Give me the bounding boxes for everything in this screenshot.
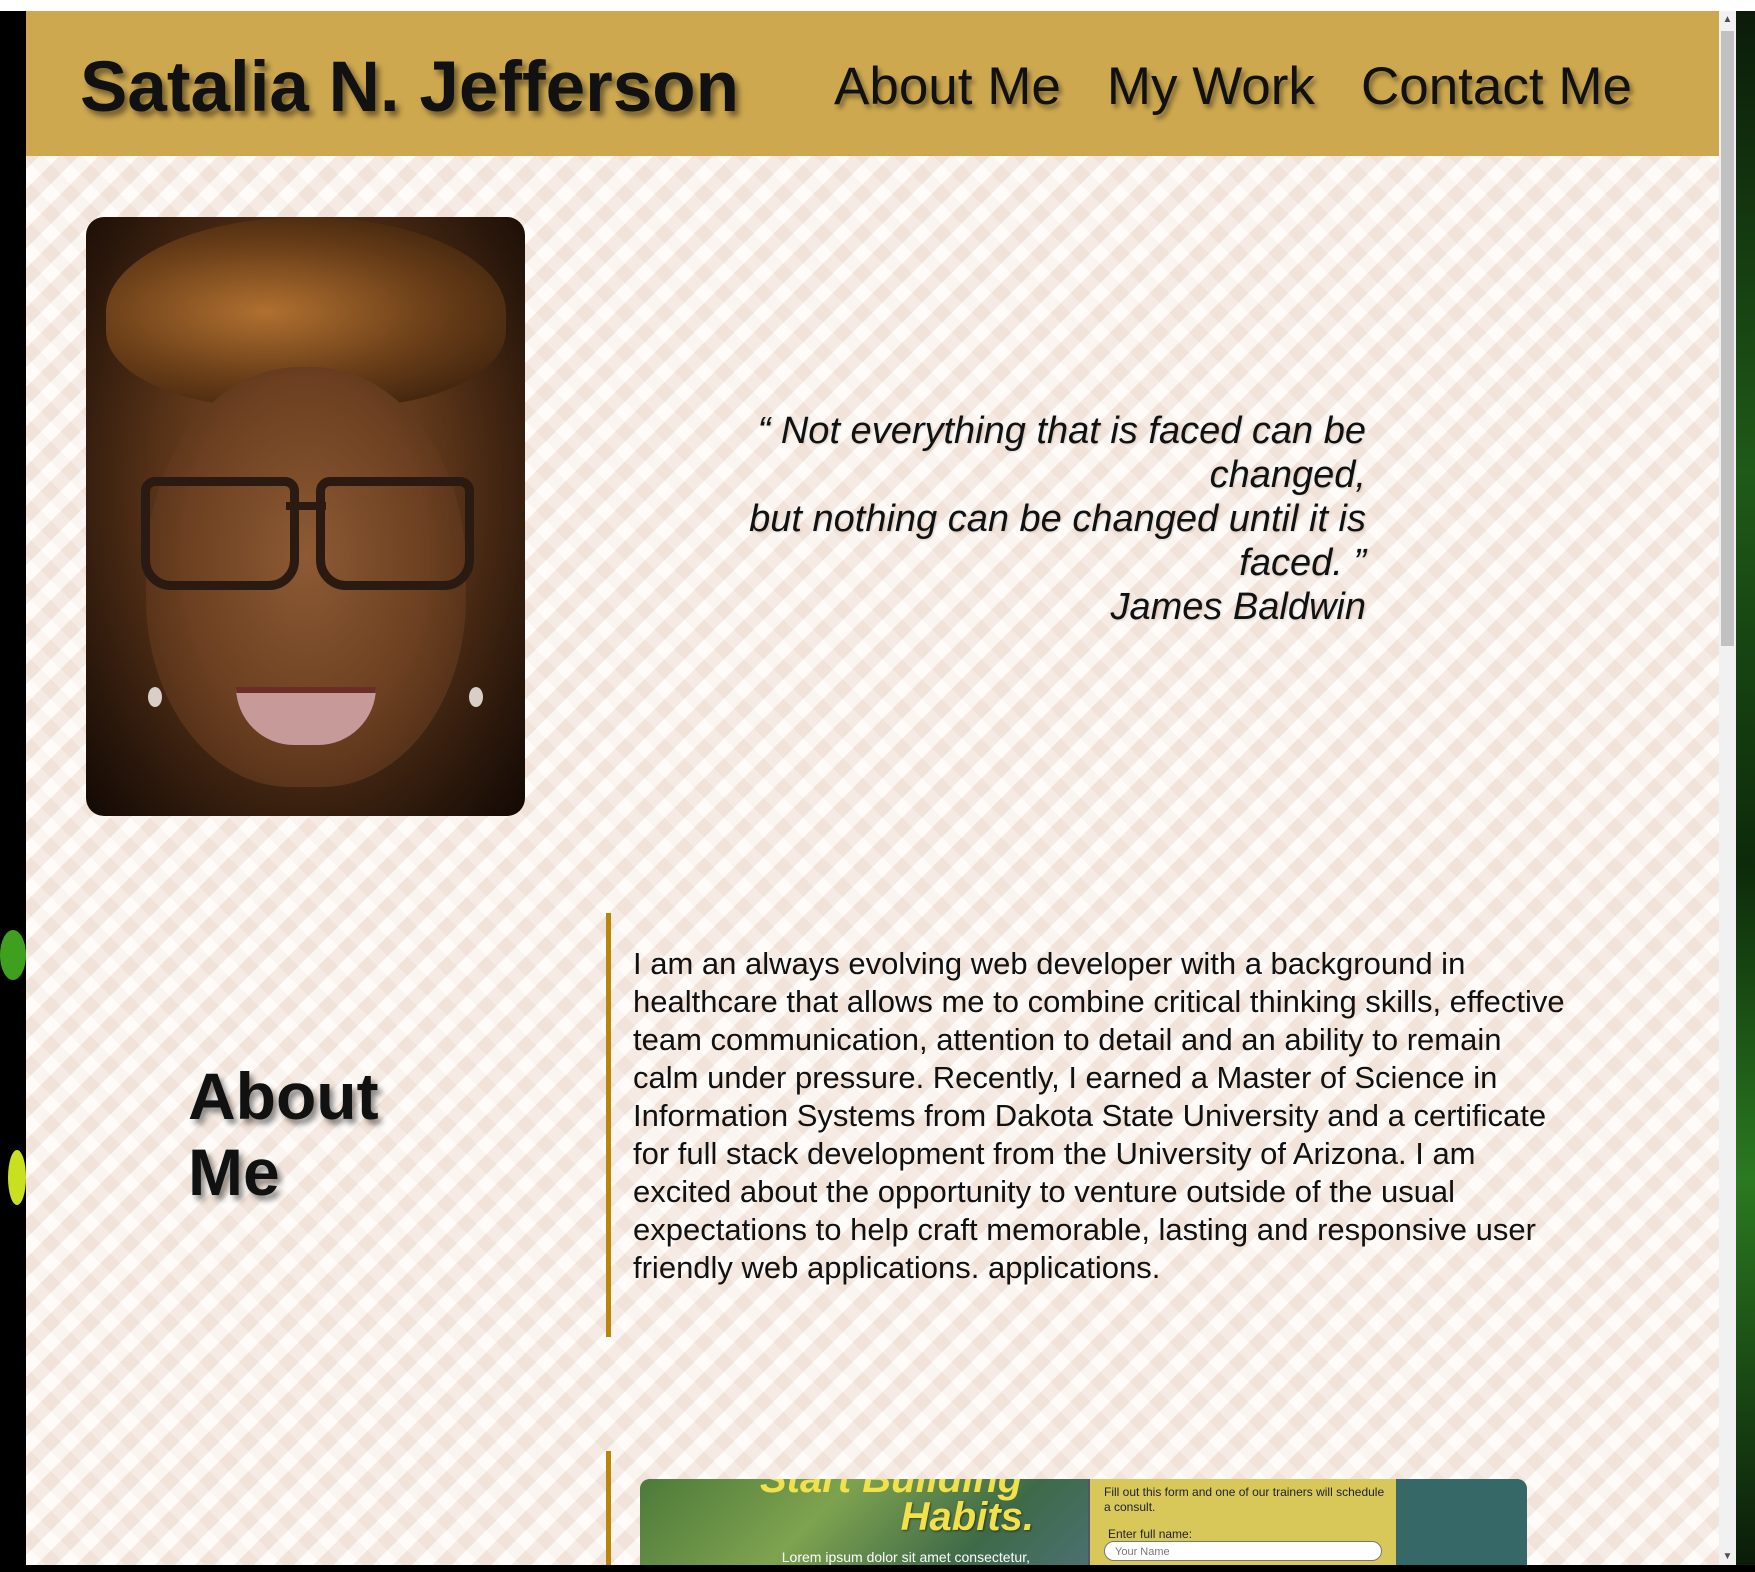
quote-line-2: but nothing can be changed until it is f… [749, 498, 1366, 584]
project-heading: Habits. [900, 1495, 1034, 1539]
project-form-input: Your Name [1104, 1541, 1382, 1561]
bottom-edge [0, 1565, 1755, 1572]
project-form-label: Enter full name: [1108, 1527, 1193, 1541]
desktop-wallpaper-blob [0, 930, 26, 980]
scrollbar-thumb[interactable] [1721, 31, 1734, 646]
scroll-up-arrow-icon[interactable]: ▲ [1719, 11, 1736, 28]
desktop-wallpaper-blob [8, 1150, 26, 1205]
nav-link-contact-me[interactable]: Contact Me [1361, 56, 1632, 117]
project-form: Fill out this form and one of our traine… [1088, 1479, 1398, 1565]
nav-link-about-me[interactable]: About Me [834, 56, 1061, 117]
site-title[interactable]: Satalia N. Jefferson [80, 47, 739, 128]
browser-top-edge [0, 0, 1755, 11]
project-hero-image: Start Building Habits. Lorem ipsum dolor… [640, 1479, 1088, 1565]
about-section: I am an always evolving web developer wi… [606, 913, 1566, 1337]
scroll-down-arrow-icon[interactable]: ▼ [1719, 1548, 1736, 1565]
quote-line-1: “ Not everything that is faced can be ch… [757, 410, 1366, 496]
about-body: I am an always evolving web developer wi… [633, 946, 1565, 1285]
browser-viewport: Satalia N. Jefferson About Me My Work Co… [26, 11, 1719, 1565]
project-form-note: Fill out this form and one of our traine… [1104, 1485, 1385, 1514]
hero-quote: “ Not everything that is faced can be ch… [666, 409, 1366, 629]
profile-photo [86, 217, 525, 816]
work-section-border [606, 1451, 611, 1565]
about-heading: About Me [188, 1059, 379, 1209]
project-side-panel [1396, 1479, 1527, 1565]
site-header: Satalia N. Jefferson About Me My Work Co… [26, 11, 1719, 156]
project-lorem: Lorem ipsum dolor sit amet consectetur, [781, 1549, 1030, 1565]
main-nav: About Me My Work Contact Me [834, 56, 1678, 117]
project-screenshot[interactable]: Start Building Habits. Lorem ipsum dolor… [640, 1479, 1527, 1565]
quote-author: James Baldwin [1110, 586, 1366, 628]
desktop-wallpaper-edge [1736, 0, 1755, 1572]
nav-link-my-work[interactable]: My Work [1107, 56, 1315, 117]
vertical-scrollbar[interactable]: ▲ ▼ [1719, 11, 1736, 1565]
